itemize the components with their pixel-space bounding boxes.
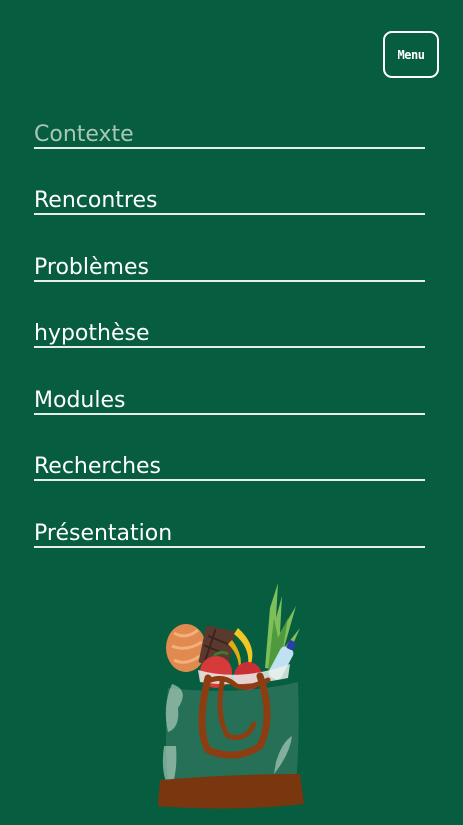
grocery-bag-illustration [158, 583, 304, 809]
nav-underline [34, 346, 425, 348]
nav-underline [34, 213, 425, 215]
nav-item-contexte[interactable]: Contexte [34, 112, 425, 179]
nav-item-label: Modules [34, 387, 126, 413]
nav-underline [34, 279, 425, 282]
nav-item-label: Rencontres [34, 188, 158, 213]
nav-underline [34, 412, 425, 415]
nav-underline [34, 146, 425, 149]
nav-underline [34, 545, 425, 548]
menu-button[interactable]: Menu [383, 31, 439, 78]
nav-item-label: Présentation [34, 520, 173, 546]
nav-item-hypothese[interactable]: hypothèse [34, 312, 425, 379]
nav-item-label: hypothèse [34, 321, 150, 346]
nav-underline [34, 479, 425, 481]
main-navigation: Contexte Rencontres Problèmes hypothèse … [34, 112, 425, 578]
nav-item-modules[interactable]: Modules [34, 378, 425, 445]
nav-item-label: Recherches [34, 454, 162, 479]
nav-item-label: Problèmes [34, 254, 149, 280]
nav-item-recherches[interactable]: Recherches [34, 445, 425, 512]
nav-item-rencontres[interactable]: Rencontres [34, 179, 425, 246]
nav-item-problemes[interactable]: Problèmes [34, 245, 425, 312]
nav-item-label: Contexte [34, 121, 134, 147]
nav-item-presentation[interactable]: Présentation [34, 511, 425, 578]
